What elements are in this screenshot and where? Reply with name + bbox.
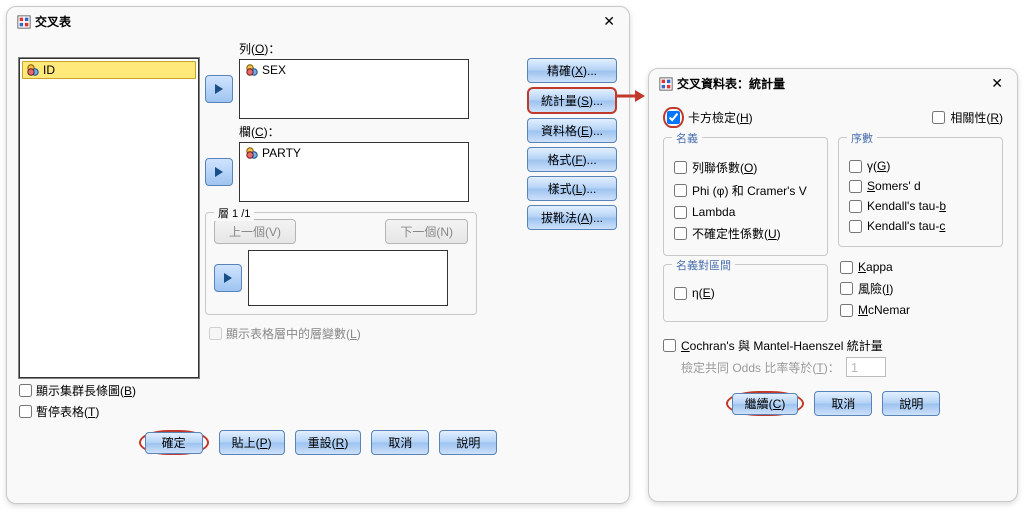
layer-group: 層 1 /1 上一個(V) 下一個(N) (205, 212, 477, 315)
col-target-list[interactable]: PARTY (239, 142, 469, 202)
continue-highlight-ring: 繼續(C) (726, 391, 805, 416)
close-icon[interactable]: ✕ (599, 13, 619, 30)
stats-cancel-button[interactable]: 取消 (814, 391, 872, 416)
move-to-col-button[interactable] (205, 158, 233, 186)
chi-square-checkbox[interactable] (667, 111, 680, 124)
row-variable: SEX (262, 63, 286, 77)
crosstabs-dialog: 交叉表 ✕ ID 列(O)： (6, 6, 630, 504)
crosstabs-title: 交叉表 (35, 13, 599, 30)
close-icon[interactable]: ✕ (987, 75, 1007, 92)
scale-variable-icon (26, 63, 40, 77)
move-to-layer-button[interactable] (214, 264, 242, 292)
move-to-row-button[interactable] (205, 75, 233, 103)
statistics-titlebar: 交叉資料表：統計量 ✕ (649, 69, 1017, 98)
clustered-bar-checkbox[interactable] (19, 384, 32, 397)
common-odds-row: 檢定共同 Odds 比率等於(T)： (663, 357, 1003, 377)
correlations-check[interactable]: 相關性(R) (932, 106, 1003, 129)
chi-square-highlight-ring (663, 107, 684, 128)
nominal-variable-icon (245, 63, 259, 77)
stats-help-button[interactable]: 說明 (882, 391, 940, 416)
interval-legend: 名義對區間 (672, 257, 735, 273)
spss-icon (659, 77, 673, 91)
common-odds-input (846, 357, 886, 377)
somers-check[interactable]: Somers' d (849, 176, 992, 196)
ok-button[interactable]: 確定 (145, 432, 203, 454)
show-layer-vars-checkbox (209, 327, 222, 340)
statistics-button[interactable]: 統計量(S)... (527, 87, 617, 114)
ok-highlight-ring: 確定 (139, 430, 209, 455)
nominal-legend: 名義 (672, 130, 702, 146)
cmh-check[interactable]: Cochran's 與 Mantel-Haenszel 統計量 (663, 334, 1003, 357)
layer-legend: 層 1 /1 (214, 205, 254, 221)
chi-square-label: 卡方檢定(H) (688, 109, 753, 126)
crosstabs-body: ID 列(O)： (7, 36, 629, 475)
help-button[interactable]: 說明 (439, 430, 497, 455)
kappa-check[interactable]: Kappa (840, 257, 1003, 277)
ordinal-group: 序數 γ(G) Somers' d Kendall's tau-b (838, 137, 1003, 247)
style-button[interactable]: 樣式(L)... (527, 176, 617, 201)
mcnemar-check[interactable]: McNemar (840, 300, 1003, 320)
show-layer-vars-check: 顯示表格層中的層變數(L) (209, 325, 521, 342)
suppress-tables-checkbox[interactable] (19, 405, 32, 418)
ordinal-legend: 序數 (847, 130, 877, 146)
clustered-bar-check[interactable]: 顯示集群長條圖(B) (19, 382, 617, 399)
layer-prev-button[interactable]: 上一個(V) (214, 219, 296, 244)
tau-b-check[interactable]: Kendall's tau-b (849, 196, 992, 216)
eta-check[interactable]: η(E) (674, 283, 817, 303)
phi-cramer-check[interactable]: Phi (φ) 和 Cramer's V (674, 179, 817, 202)
paste-button[interactable]: 貼上(P) (219, 430, 285, 455)
interval-group: 名義對區間 η(E) (663, 264, 828, 322)
bootstrap-button[interactable]: 拔靴法(A)... (527, 205, 617, 230)
cells-button[interactable]: 資料格(E)... (527, 118, 617, 143)
col-variable: PARTY (262, 146, 301, 160)
tau-c-check[interactable]: Kendall's tau-c (849, 216, 992, 236)
correlations-checkbox[interactable] (932, 111, 945, 124)
cancel-button[interactable]: 取消 (371, 430, 429, 455)
lambda-check[interactable]: Lambda (674, 202, 817, 222)
spss-icon (17, 15, 31, 29)
variable-id[interactable]: ID (22, 61, 196, 79)
link-arrow-icon (617, 88, 645, 104)
reset-button[interactable]: 重設(R) (295, 430, 362, 455)
crosstabs-titlebar: 交叉表 ✕ (7, 7, 629, 36)
source-variable-list[interactable]: ID (19, 58, 199, 378)
col-label: 欄(C)： (239, 123, 521, 140)
statistics-body: 卡方檢定(H) 相關性(R) 名義 列聯係數(O) (649, 98, 1017, 436)
contingency-coeff-check[interactable]: 列聯係數(O) (674, 156, 817, 179)
row-target-list[interactable]: SEX (239, 59, 469, 119)
row-label: 列(O)： (239, 40, 521, 57)
variable-label: ID (43, 63, 55, 77)
layer-target-list[interactable] (248, 250, 448, 306)
risk-check[interactable]: 風險(I) (840, 277, 1003, 300)
exact-button[interactable]: 精確(X)... (527, 58, 617, 83)
gamma-check[interactable]: γ(G) (849, 156, 992, 176)
continue-button[interactable]: 繼續(C) (732, 393, 799, 415)
nominal-group: 名義 列聯係數(O) Phi (φ) 和 Cramer's V Lambda (663, 137, 828, 256)
layer-next-button[interactable]: 下一個(N) (385, 219, 468, 244)
statistics-dialog: 交叉資料表：統計量 ✕ 卡方檢定(H) 相關性(R) (648, 68, 1018, 502)
uncertainty-check[interactable]: 不確定性係數(U) (674, 222, 817, 245)
format-button[interactable]: 格式(F)... (527, 147, 617, 172)
nominal-variable-icon (245, 146, 259, 160)
statistics-title: 交叉資料表：統計量 (677, 75, 987, 92)
suppress-tables-check[interactable]: 暫停表格(T) (19, 403, 617, 420)
